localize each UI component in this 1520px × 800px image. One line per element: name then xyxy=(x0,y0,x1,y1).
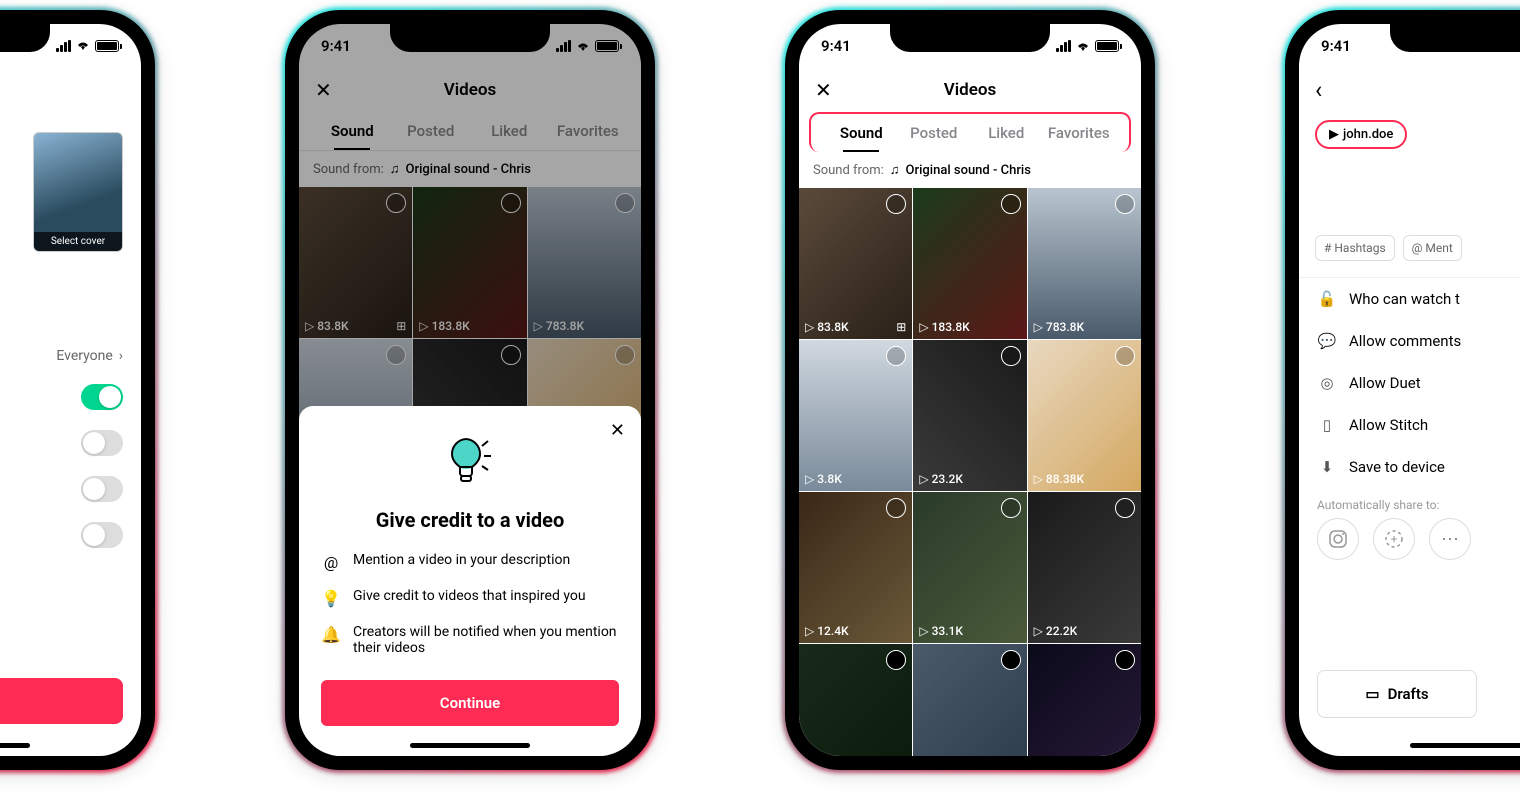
video-cell[interactable]: ▷ 33.1K xyxy=(913,492,1026,643)
post-button[interactable]: ✦ Post xyxy=(0,678,123,724)
battery-icon xyxy=(95,40,119,52)
share-instagram[interactable] xyxy=(1317,518,1359,560)
video-cell[interactable]: ▷ 183.8K xyxy=(913,188,1026,339)
video-cell[interactable]: ▷ 88.38K xyxy=(1028,340,1141,491)
tab-favorites[interactable]: Favorites xyxy=(1043,114,1116,152)
sheet-close-button[interactable]: ✕ xyxy=(610,420,625,441)
opt-save[interactable]: ⬇Save to device xyxy=(1299,446,1520,488)
chevron-right-icon: › xyxy=(119,348,123,364)
nav-header: ✕ Videos xyxy=(799,68,1141,112)
lightbulb-icon xyxy=(440,432,500,492)
play-icon: ▶ xyxy=(1329,127,1339,142)
signal-icon xyxy=(1056,40,1071,52)
credited-user-chip[interactable]: ▶ john.doe xyxy=(1315,120,1407,149)
tabs-highlighted: Sound Posted Liked Favorites xyxy=(809,112,1131,152)
sheet-row-2: 💡 Give credit to videos that inspired yo… xyxy=(321,588,619,608)
video-cell[interactable]: ▷ 22.2K xyxy=(1028,492,1141,643)
toggle-row-1 xyxy=(0,374,141,420)
home-indicator xyxy=(410,743,530,748)
wifi-icon xyxy=(1075,40,1091,52)
close-button[interactable]: ✕ xyxy=(811,74,836,106)
video-cell[interactable] xyxy=(913,644,1026,756)
video-cell[interactable]: ▷ 23.2K xyxy=(913,340,1026,491)
drafts-button[interactable]: ▭ Drafts xyxy=(1317,670,1477,718)
home-indicator xyxy=(1410,743,1520,748)
share-other[interactable]: ⋯ xyxy=(1429,518,1471,560)
toggle-row-4 xyxy=(0,512,141,558)
select-cover-label: Select cover xyxy=(34,232,122,251)
video-cell[interactable] xyxy=(799,644,912,756)
continue-button[interactable]: Continue xyxy=(321,680,619,726)
battery-icon xyxy=(1095,40,1119,52)
video-cell[interactable]: ▷ 3.8K xyxy=(799,340,912,491)
video-grid: ▷ 83.8K⊞ ▷ 183.8K ▷ 783.8K ▷ 3.8K ▷ 23.2… xyxy=(799,188,1141,756)
share-label: Automatically share to: xyxy=(1299,488,1520,518)
tab-liked[interactable]: Liked xyxy=(970,114,1043,152)
hashtags-chip[interactable]: # Hashtags xyxy=(1315,235,1395,261)
opt-comments[interactable]: 💬Allow comments xyxy=(1299,320,1520,362)
svg-text:+: + xyxy=(1391,532,1398,546)
status-time: 9:41 xyxy=(821,37,851,55)
toggle-4[interactable] xyxy=(81,522,123,548)
sheet-row-1: @ Mention a video in your description xyxy=(321,552,619,572)
cover-thumbnail[interactable]: Select cover xyxy=(33,132,123,252)
tab-sound[interactable]: Sound xyxy=(825,114,898,152)
mention-icon: @ xyxy=(321,552,341,572)
opt-privacy[interactable]: 🔓Who can watch t xyxy=(1299,278,1520,320)
comment-icon: 💬 xyxy=(1317,332,1337,350)
phone-4-post-options: 9:41 ‹ ▶ john.doe # Hashtags @ Ment 🔓Who… xyxy=(1285,10,1520,770)
wifi-icon xyxy=(75,37,91,55)
description-text[interactable]: s, or ou xyxy=(0,144,21,162)
toggle-row-3 xyxy=(0,466,141,512)
signal-icon xyxy=(56,40,71,52)
sheet-title: Give credit to a video xyxy=(321,508,619,532)
bulb-small-icon: 💡 xyxy=(321,588,341,608)
share-icons: + ⋯ xyxy=(1299,518,1520,560)
home-indicator xyxy=(0,743,30,748)
sheet-row-3: 🔔 Creators will be notified when you men… xyxy=(321,624,619,656)
share-stories[interactable]: + xyxy=(1373,518,1415,560)
credit-sheet: ✕ Give credit to a video @ Mention a vid xyxy=(299,406,641,756)
stitch-icon: ▯ xyxy=(1317,416,1337,434)
opt-duet[interactable]: ◎Allow Duet xyxy=(1299,362,1520,404)
opt-stitch[interactable]: ▯Allow Stitch xyxy=(1299,404,1520,446)
sound-from-row: Sound from: ♫ Original sound - Chris xyxy=(799,152,1141,188)
toggle-row-2 xyxy=(0,420,141,466)
music-icon: ♫ xyxy=(890,162,900,178)
nav-header: ‹ xyxy=(1299,68,1520,112)
duet-icon: ◎ xyxy=(1317,374,1337,392)
mentions-chip[interactable]: @ Ment xyxy=(1403,235,1462,261)
tab-posted[interactable]: Posted xyxy=(898,114,971,152)
toggle-2[interactable] xyxy=(81,430,123,456)
video-cell[interactable]: ▷ 83.8K⊞ xyxy=(799,188,912,339)
video-cell[interactable] xyxy=(1028,644,1141,756)
phone-3-video-grid: 9:41 ✕ Videos Sound Posted Liked Favorit… xyxy=(785,10,1155,770)
drafts-icon: ▭ xyxy=(1365,685,1379,703)
tag-chips: # Hashtags @ Ment xyxy=(1299,227,1520,269)
download-icon: ⬇ xyxy=(1317,458,1337,476)
status-time: 9:41 xyxy=(1321,37,1351,55)
page-title: Videos xyxy=(944,80,997,100)
toggle-1[interactable] xyxy=(81,384,123,410)
phone-1-post-screen: s, or ou Select cover eos o a video Ever… xyxy=(0,10,155,770)
video-cell[interactable]: ▷ 783.8K xyxy=(1028,188,1141,339)
lock-icon: 🔓 xyxy=(1317,290,1337,308)
bell-icon: 🔔 xyxy=(321,624,341,644)
toggle-3[interactable] xyxy=(81,476,123,502)
phone-2-credit-sheet: 9:41 ✕ Videos Sound Posted Liked Favorit… xyxy=(285,10,655,770)
video-cell[interactable]: ▷ 12.4K xyxy=(799,492,912,643)
privacy-row[interactable]: Everyone › xyxy=(0,338,141,374)
back-button[interactable]: ‹ xyxy=(1311,72,1326,108)
